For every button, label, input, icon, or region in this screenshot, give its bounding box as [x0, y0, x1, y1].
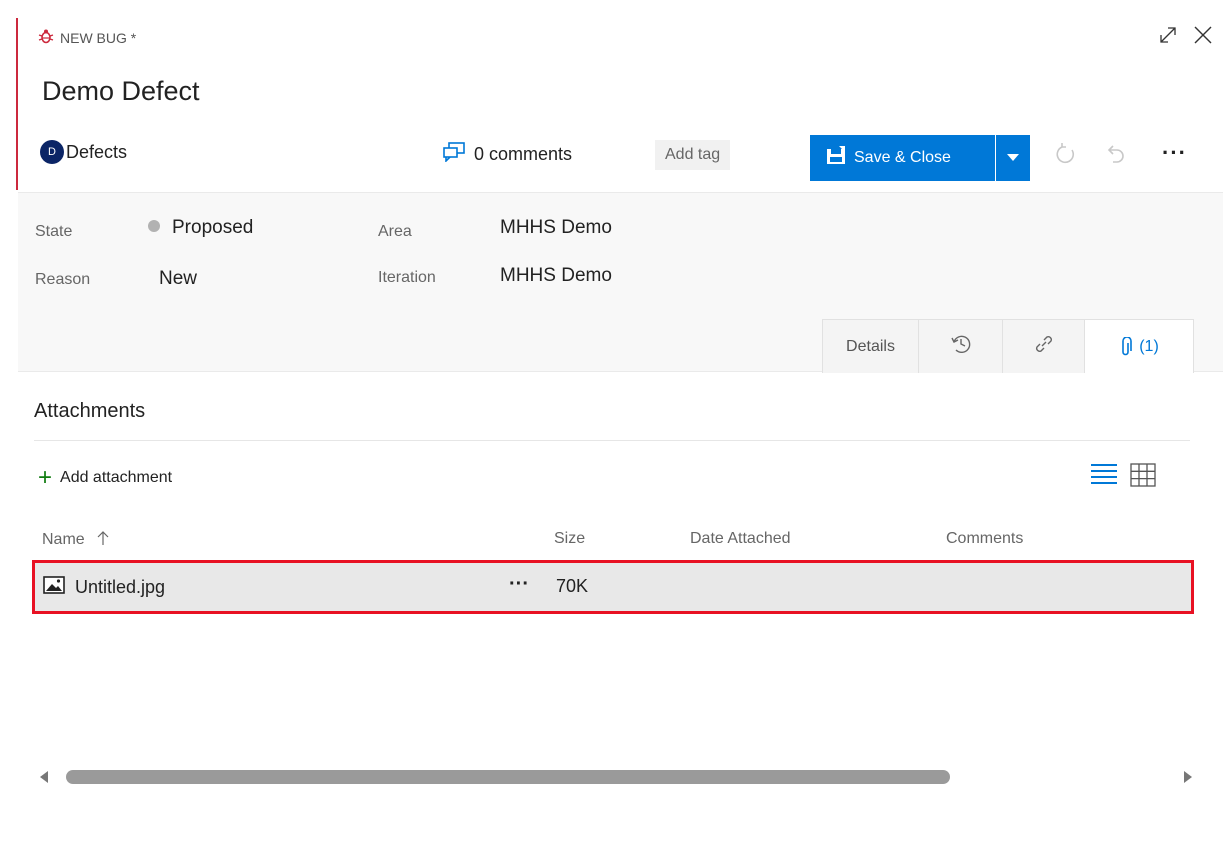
work-item-type: NEW BUG * [38, 28, 136, 47]
area-label: Area [378, 223, 412, 240]
state-label: State [35, 223, 73, 240]
column-header-name[interactable]: Name [42, 530, 109, 551]
tab-details[interactable]: Details [823, 320, 919, 373]
horizontal-scrollbar[interactable] [40, 766, 1192, 786]
list-view-icon[interactable] [1090, 462, 1118, 493]
tab-attachments[interactable]: (1) [1085, 320, 1193, 374]
sort-ascending-icon [97, 530, 109, 551]
work-item-title[interactable]: Demo Defect [42, 76, 200, 107]
save-options-dropdown[interactable] [996, 135, 1030, 181]
table-row[interactable]: Untitled.jpg ··· 70K [32, 560, 1194, 614]
close-icon[interactable] [1193, 25, 1213, 45]
paperclip-icon [1119, 337, 1133, 357]
state-indicator [148, 219, 160, 232]
add-attachment-label: Add attachment [60, 469, 173, 486]
refresh-icon[interactable] [1054, 142, 1078, 171]
work-item-type-label: NEW BUG * [60, 29, 137, 46]
team-selector[interactable]: D Defects [40, 140, 127, 164]
grid-view-icon[interactable] [1130, 462, 1156, 493]
column-header-size[interactable]: Size [554, 530, 585, 548]
image-file-icon [43, 576, 75, 599]
scroll-right-icon[interactable] [1184, 770, 1192, 788]
column-header-name-label: Name [42, 531, 85, 548]
bug-icon [38, 28, 60, 47]
scroll-left-icon[interactable] [40, 770, 48, 788]
expand-icon[interactable] [1157, 24, 1179, 46]
team-name: Defects [66, 141, 128, 162]
state-value: Proposed [172, 217, 254, 238]
add-tag-button[interactable]: Add tag [655, 140, 731, 170]
iteration-value[interactable]: MHHS Demo [500, 265, 612, 287]
link-icon [1033, 333, 1055, 360]
reason-label: Reason [35, 271, 91, 288]
column-header-date[interactable]: Date Attached [690, 530, 791, 548]
attachments-heading: Attachments [34, 400, 146, 422]
undo-icon[interactable] [1103, 142, 1127, 171]
avatar: D [40, 140, 64, 164]
attachment-name[interactable]: Untitled.jpg [75, 577, 165, 598]
work-item-header: NEW BUG * Demo Defect D Defects 0 commen… [18, 0, 1223, 192]
column-header-comments[interactable]: Comments [946, 530, 1023, 548]
save-close-button[interactable]: Save & Close [810, 135, 995, 181]
history-icon [950, 333, 972, 360]
scrollbar-thumb[interactable] [66, 770, 950, 784]
attachment-size: 70K [556, 576, 589, 596]
reason-value[interactable]: New [159, 268, 197, 290]
comments-link[interactable]: 0 comments [442, 142, 572, 167]
area-value[interactable]: MHHS Demo [500, 217, 612, 239]
row-more-button[interactable]: ··· [509, 573, 529, 596]
chevron-down-icon [1007, 149, 1019, 167]
add-attachment-button[interactable]: + Add attachment [38, 466, 172, 490]
fields-panel: State Proposed Reason New Area MHHS Demo… [18, 192, 1223, 374]
more-actions-button[interactable]: ··· [1162, 140, 1187, 166]
plus-icon: + [38, 464, 53, 491]
comments-count: 0 comments [474, 144, 573, 164]
attachments-count: (1) [1139, 338, 1159, 355]
iteration-label: Iteration [378, 269, 436, 286]
save-icon [826, 145, 854, 171]
comment-icon [442, 142, 474, 167]
tab-links[interactable] [1003, 320, 1085, 373]
work-item-tabs: Details (1) [822, 319, 1194, 374]
state-field[interactable]: Proposed [148, 217, 253, 239]
divider [34, 440, 1190, 441]
save-close-label: Save & Close [854, 149, 951, 166]
tab-history[interactable] [919, 320, 1003, 373]
